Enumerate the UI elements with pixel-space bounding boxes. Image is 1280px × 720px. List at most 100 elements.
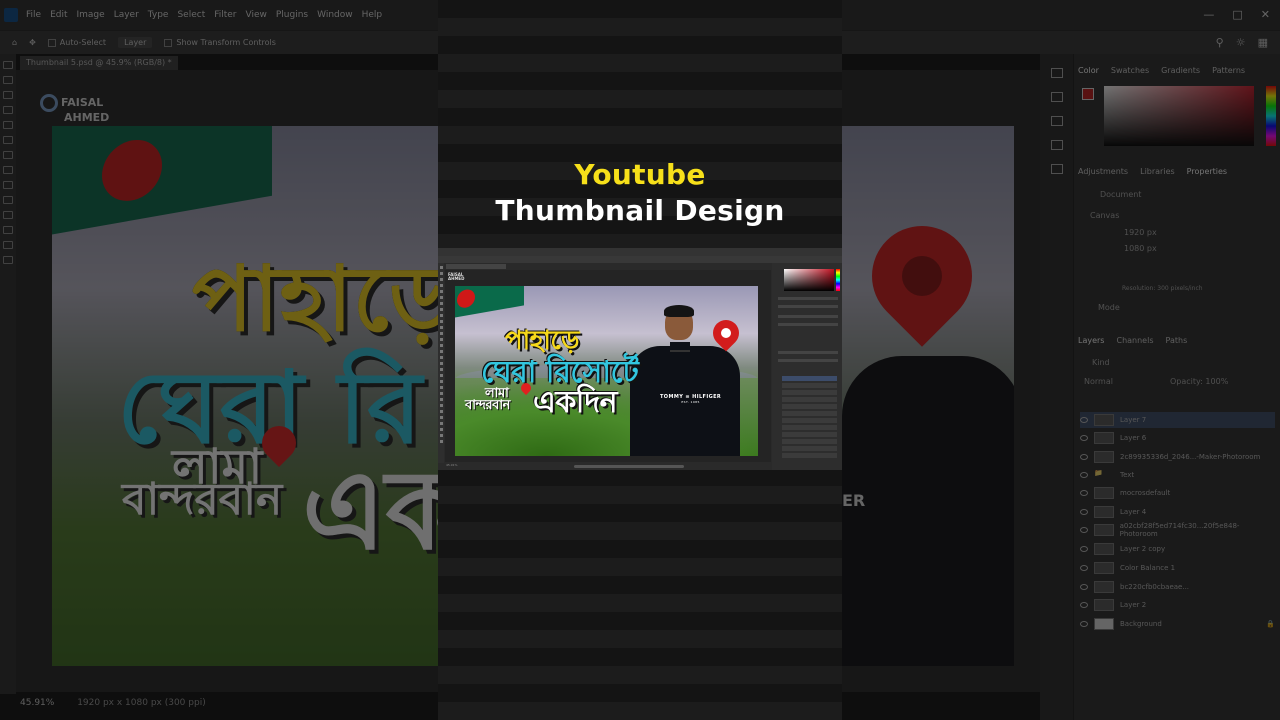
- layer-row[interactable]: Layer 6: [1080, 430, 1275, 446]
- tab-adjustments[interactable]: Adjustments: [1078, 167, 1128, 176]
- eye-icon[interactable]: [1080, 602, 1088, 608]
- opacity-field[interactable]: Opacity: 100%: [1170, 377, 1228, 386]
- menu-view[interactable]: View: [246, 10, 267, 20]
- eye-icon[interactable]: [1080, 621, 1088, 627]
- tab-swatches[interactable]: Swatches: [1111, 66, 1149, 75]
- layer-row[interactable]: Layer 2 copy: [1080, 541, 1275, 557]
- share-icon[interactable]: ▦: [1258, 36, 1268, 49]
- layer-row[interactable]: Layer 7: [1080, 412, 1275, 428]
- eye-icon[interactable]: [1080, 584, 1088, 590]
- tab-patterns[interactable]: Patterns: [1212, 66, 1245, 75]
- layer-row[interactable]: bc220cfb0cbaeae...: [1080, 579, 1275, 595]
- tab-properties[interactable]: Properties: [1187, 167, 1227, 176]
- eye-icon[interactable]: [1080, 565, 1088, 571]
- canvas-width[interactable]: 1920 px: [1124, 228, 1157, 237]
- maximize-icon[interactable]: □: [1232, 8, 1242, 21]
- eyedropper-tool-icon[interactable]: [3, 121, 13, 129]
- shape-tool-icon[interactable]: [3, 226, 13, 234]
- eye-icon[interactable]: [1080, 472, 1088, 478]
- crop-tool-icon[interactable]: [3, 106, 13, 114]
- tab-color[interactable]: Color: [1078, 66, 1099, 75]
- tool-icon: [439, 386, 443, 389]
- blend-mode-dropdown[interactable]: Normal: [1084, 377, 1113, 386]
- tab-gradients[interactable]: Gradients: [1161, 66, 1200, 75]
- foreground-color-swatch[interactable]: [1082, 88, 1094, 100]
- move-tool-icon[interactable]: ✥: [29, 38, 36, 47]
- tool-icon: [439, 320, 443, 323]
- tab-libraries[interactable]: Libraries: [1140, 167, 1175, 176]
- eye-icon[interactable]: [1080, 490, 1088, 496]
- layer-row[interactable]: Background 🔒: [1080, 616, 1275, 632]
- brush-settings-icon[interactable]: [1050, 116, 1063, 126]
- menu-plugins[interactable]: Plugins: [276, 10, 308, 20]
- layer-row[interactable]: mocrosdefault: [1080, 485, 1275, 501]
- eye-icon[interactable]: [1080, 435, 1088, 441]
- tool-icon: [439, 380, 443, 383]
- gradient-tool-icon[interactable]: [3, 181, 13, 189]
- eraser-tool-icon[interactable]: [3, 166, 13, 174]
- eye-icon[interactable]: [1080, 546, 1088, 552]
- person-image: [842, 356, 1014, 666]
- layer-thumbnail: [1094, 451, 1114, 463]
- sun-icon[interactable]: ☼: [1236, 36, 1246, 49]
- tab-channels[interactable]: Channels: [1116, 336, 1153, 345]
- preview-layer-row: [782, 383, 837, 388]
- char-icon[interactable]: [1050, 164, 1063, 174]
- document-tab[interactable]: Thumbnail 5.psd @ 45.9% (RGB/8) *: [20, 56, 178, 70]
- zoom-tool-icon[interactable]: [3, 256, 13, 264]
- stamp-tool-icon[interactable]: [3, 151, 13, 159]
- move-tool-icon[interactable]: [3, 61, 13, 69]
- lock-icon[interactable]: 🔒: [1266, 620, 1275, 628]
- location-pin-icon: [851, 205, 993, 347]
- preview-zoom: 45.91%: [446, 463, 458, 467]
- menu-layer[interactable]: Layer: [114, 10, 139, 20]
- menu-file[interactable]: File: [26, 10, 41, 20]
- eye-icon[interactable]: [1080, 509, 1088, 515]
- comment-icon[interactable]: [1050, 92, 1063, 102]
- layer-group-row[interactable]: 📁 Text: [1080, 467, 1275, 483]
- search-icon[interactable]: ⚲: [1216, 36, 1224, 49]
- layer-dropdown[interactable]: Layer: [118, 37, 153, 48]
- layer-row[interactable]: 2c89935336d_2046...-Maker-Photoroom: [1080, 449, 1275, 465]
- thumb-text-ekdin: একদিন: [533, 385, 618, 420]
- brush-tool-icon[interactable]: [3, 136, 13, 144]
- photoshop-logo-icon[interactable]: [4, 8, 18, 22]
- history-icon[interactable]: [1050, 68, 1063, 78]
- show-transform-checkbox[interactable]: Show Transform Controls: [164, 38, 276, 47]
- canvas-height[interactable]: 1080 px: [1124, 244, 1157, 253]
- adjust-icon[interactable]: [1050, 140, 1063, 150]
- eye-icon[interactable]: [1080, 454, 1088, 460]
- minimize-icon[interactable]: —: [1203, 8, 1214, 21]
- layer-row[interactable]: a02cbf28f5ed714fc30...20f5e848-Photoroom: [1080, 522, 1275, 538]
- tool-icon: [439, 410, 443, 413]
- tab-layers[interactable]: Layers: [1078, 336, 1104, 345]
- type-tool-icon[interactable]: [3, 211, 13, 219]
- menu-window[interactable]: Window: [317, 10, 353, 20]
- auto-select-checkbox[interactable]: Auto-Select: [47, 38, 106, 47]
- layer-thumbnail: [1094, 618, 1114, 630]
- layer-row[interactable]: Layer 4: [1080, 504, 1275, 520]
- eye-icon[interactable]: [1080, 417, 1088, 423]
- marquee-tool-icon[interactable]: [3, 76, 13, 84]
- pen-tool-icon[interactable]: [3, 196, 13, 204]
- tab-paths[interactable]: Paths: [1166, 336, 1188, 345]
- zoom-level[interactable]: 45.91%: [20, 698, 54, 708]
- menu-edit[interactable]: Edit: [50, 10, 67, 20]
- layer-row[interactable]: Color Balance 1: [1080, 560, 1275, 576]
- menu-image[interactable]: Image: [77, 10, 105, 20]
- hand-tool-icon[interactable]: [3, 241, 13, 249]
- home-icon[interactable]: ⌂: [12, 38, 17, 47]
- color-picker-field[interactable]: [1104, 86, 1254, 146]
- close-icon[interactable]: ✕: [1261, 8, 1270, 21]
- menu-help[interactable]: Help: [362, 10, 383, 20]
- preview-menubar: [438, 248, 842, 256]
- hue-slider[interactable]: [1266, 86, 1276, 146]
- menu-type[interactable]: Type: [148, 10, 169, 20]
- layer-kind-filter[interactable]: Kind: [1092, 358, 1110, 367]
- menu-filter[interactable]: Filter: [214, 10, 236, 20]
- lasso-tool-icon[interactable]: [3, 91, 13, 99]
- layer-row[interactable]: Layer 2: [1080, 597, 1275, 613]
- eye-icon[interactable]: [1080, 527, 1088, 533]
- menu-select[interactable]: Select: [177, 10, 205, 20]
- properties-tabs: Adjustments Libraries Properties: [1078, 167, 1227, 176]
